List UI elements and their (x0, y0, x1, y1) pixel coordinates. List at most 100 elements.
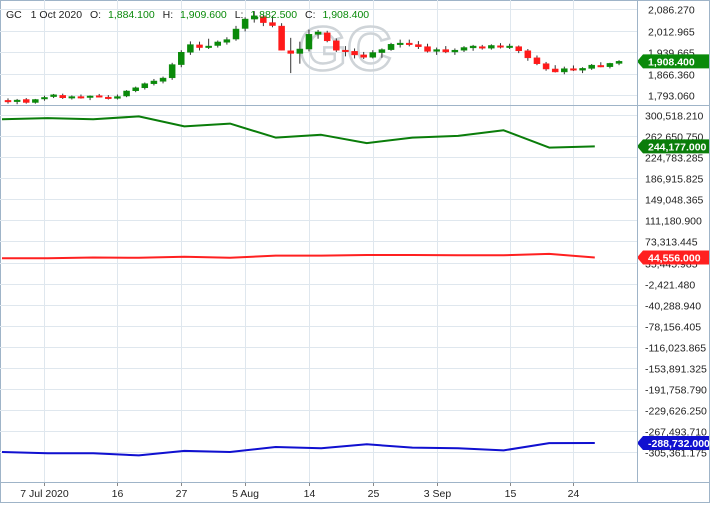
high-label: H: (163, 9, 174, 21)
candle-body (533, 57, 541, 64)
candle-body (469, 45, 477, 49)
candle-down[interactable] (278, 23, 285, 51)
candle-body (369, 52, 377, 58)
candle-body (433, 49, 440, 52)
candle-body (13, 99, 21, 102)
candle-body (223, 39, 231, 43)
cot-tick-label: -2,421.480 (645, 280, 695, 292)
candle-body (588, 64, 595, 69)
price-tick-label: 2,012.965 (648, 27, 695, 39)
candle-body (615, 61, 623, 64)
cot-tick-label: 186,915.825 (645, 174, 704, 186)
candle-body (187, 44, 194, 53)
candle-body (351, 51, 358, 56)
cot-tick-label: 149,048.365 (645, 195, 704, 207)
time-tick-label: 7 Jul 2020 (20, 488, 69, 500)
cot-tick-label: -191,758.790 (645, 385, 707, 397)
time-tick-label: 24 (568, 488, 580, 500)
cot-tick-label: 111,180.900 (645, 216, 702, 228)
candle-body (451, 49, 459, 53)
time-tick-label: 27 (176, 488, 188, 500)
candle-body (323, 32, 331, 42)
candle-body (378, 49, 386, 53)
candle-body (68, 96, 76, 99)
candle-body (396, 42, 404, 45)
candle-body (168, 64, 176, 79)
candle-body (269, 22, 276, 26)
candle-body (305, 34, 313, 50)
candle-body (59, 95, 66, 99)
candle-body (360, 54, 367, 58)
candle-body (159, 77, 167, 82)
cot-tick-label: 73,313.445 (645, 237, 698, 249)
time-tick-label: 16 (112, 488, 124, 500)
candle-body (114, 96, 121, 99)
time-tick-label: 14 (304, 488, 316, 500)
candle-body (123, 90, 130, 97)
candle-body (232, 28, 240, 40)
candle-body (296, 48, 304, 54)
candle-body (150, 80, 158, 84)
close-value: 1,908.400 (322, 9, 369, 21)
cot-last-value-label: -288,732.000 (648, 438, 710, 450)
candle-body (95, 95, 103, 98)
bar-date: 1 Oct 2020 (31, 9, 83, 21)
candle-body (32, 99, 39, 103)
candle-body (314, 31, 322, 35)
chart-window[interactable]: GC 2,086.270 2,012.965 1,939.665 1,866.360 1… (0, 0, 710, 503)
candle-body (478, 46, 486, 49)
candle-up[interactable] (168, 62, 176, 80)
candle-body (342, 49, 349, 52)
candle-body (287, 50, 294, 54)
time-tick-label: 15 (505, 488, 517, 500)
candle-body (551, 68, 559, 73)
ohlc-header: GC 1 Oct 2020 O: 1,884.100 H: 1,909.600 … (6, 9, 369, 21)
cot-tick-label: -78,156.405 (645, 322, 701, 334)
candle-body (278, 25, 285, 51)
candle-body (597, 65, 605, 68)
chart-canvas[interactable]: GC 2,086.2702,012.9651,939.6651,866.3601… (0, 0, 710, 503)
candle-body (50, 94, 57, 97)
candle-body (178, 51, 185, 65)
cot-last-value-label: 44,556.000 (648, 252, 701, 264)
candle-body (22, 99, 30, 103)
cot-tick-label: 300,518.210 (645, 111, 704, 123)
low-label: L: (235, 9, 244, 21)
open-label: O: (90, 9, 101, 21)
candle-body (606, 63, 614, 67)
candle-up[interactable] (123, 90, 130, 98)
symbol-label: GC (6, 9, 22, 21)
cot-tick-label: -116,023.865 (645, 343, 706, 355)
candle-body (524, 50, 532, 59)
candle-body (561, 68, 568, 73)
cot-tick-label: -40,288.940 (645, 301, 701, 313)
candle-body (506, 45, 513, 48)
price-tick-label: 1,866.360 (648, 70, 695, 82)
candle-body (196, 44, 203, 48)
price-tick-label: 1,793.060 (648, 91, 695, 103)
candle-up[interactable] (178, 50, 185, 68)
low-value: 1,882.500 (250, 9, 297, 21)
candle-body (442, 49, 450, 53)
price-tick-label: 2,086.270 (648, 5, 695, 17)
candle-body (579, 68, 586, 71)
candle-body (515, 46, 522, 52)
close-label: C: (305, 9, 316, 21)
last-price-label: 1,908.400 (648, 56, 695, 68)
candle-body (415, 44, 422, 47)
time-tick-label: 25 (368, 488, 380, 500)
candle-body (542, 63, 550, 70)
candle-body (460, 47, 468, 51)
candle-body (488, 45, 495, 49)
candle-body (205, 45, 212, 48)
candle-body (86, 95, 94, 98)
candle-body (141, 83, 149, 89)
candle-body (406, 42, 413, 45)
candle-body (424, 46, 431, 52)
time-tick-label: 5 Aug (232, 488, 259, 500)
candle-body (333, 40, 340, 51)
time-tick-label: 3 Sep (424, 488, 452, 500)
cot-tick-label: -153,891.325 (645, 364, 707, 376)
candle-body (387, 44, 395, 50)
cot-tick-label: 224,783.285 (645, 153, 704, 165)
